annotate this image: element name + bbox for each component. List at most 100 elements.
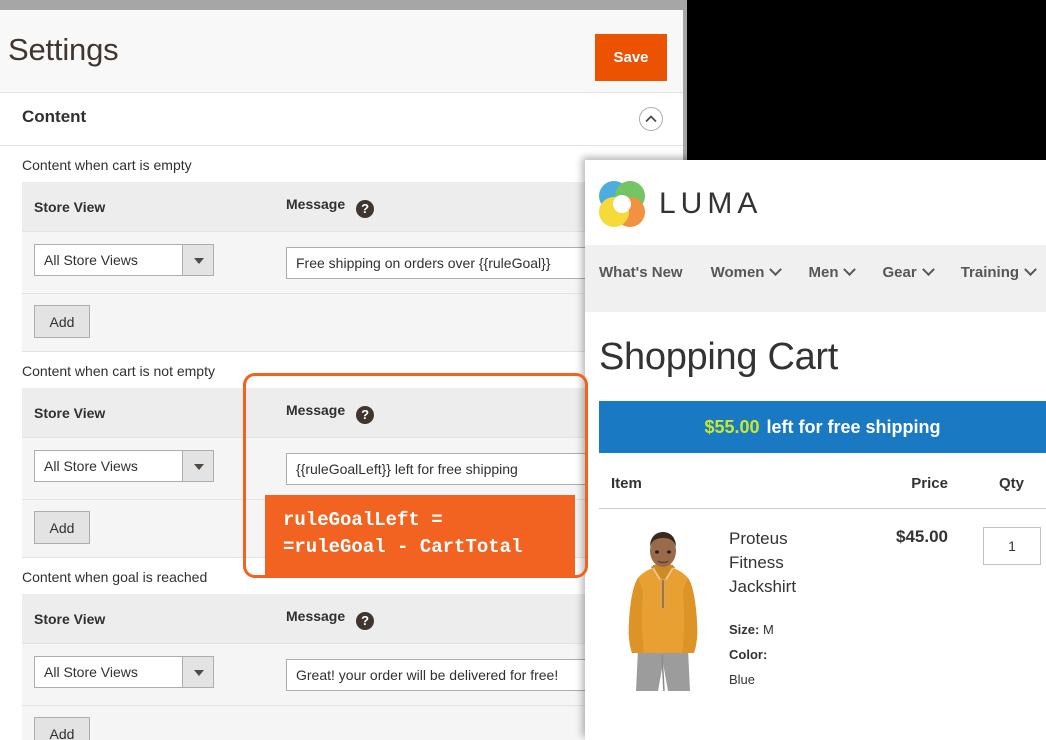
chevron-down-icon (843, 263, 857, 277)
nav-item-label: Women (710, 264, 765, 281)
column-header-message-label: Message (286, 196, 346, 212)
section-title: Content (22, 107, 87, 126)
store-view-select-value: All Store Views (44, 252, 138, 268)
column-header-message-label: Message (286, 608, 346, 624)
help-icon[interactable]: ? (356, 612, 375, 630)
admin-settings-panel: Settings Save Content Content when cart … (0, 0, 687, 740)
grid-header-row: Store View Message ? (22, 594, 682, 644)
storefront-logo-bar: LUMA (585, 160, 1046, 245)
store-view-cell: All Store Views (22, 437, 274, 500)
store-view-cell: All Store Views (22, 231, 274, 294)
store-view-select-value: All Store Views (44, 458, 138, 474)
add-cell: Add (22, 293, 274, 352)
column-header-store-view-label: Store View (34, 611, 106, 627)
help-icon[interactable]: ? (356, 200, 375, 218)
store-view-message-grid: Store View Message ? All Store Views (22, 182, 682, 352)
product-option-size: Size: M (729, 617, 821, 642)
nav-item-training[interactable]: Training (960, 263, 1037, 281)
chevron-up-circle-icon[interactable] (639, 107, 663, 131)
product-price: $45.00 (896, 527, 948, 546)
nav-item-label: Gear (882, 264, 917, 281)
chevron-down-icon (921, 263, 935, 277)
screenshot-stage: Settings Save Content Content when cart … (0, 0, 1046, 740)
option-value: M (762, 622, 774, 637)
product-info: Proteus Fitness Jackshirt Size: M Color:… (715, 527, 821, 692)
promo-text: left for free shipping (766, 416, 941, 437)
content-section-header: Content (0, 93, 683, 146)
column-header-store-view: Store View (22, 594, 274, 644)
cart-items-table: Item Price Qty Proteus Fitness Jackshirt… (599, 475, 1046, 692)
add-cell: Add (22, 499, 274, 558)
chevron-down-icon (1024, 263, 1037, 277)
nav-item-label: What's New (599, 264, 683, 281)
nav-item-label: Training (960, 264, 1020, 281)
option-value: Blue (729, 672, 756, 687)
group-label: Content when cart is empty (22, 157, 192, 173)
luma-rings-logo[interactable] (596, 178, 648, 235)
group-label: Content when cart is not empty (22, 363, 215, 379)
store-view-select[interactable]: All Store Views (34, 656, 214, 688)
store-view-select[interactable]: All Store Views (34, 244, 214, 276)
column-header-price: Price (852, 475, 952, 509)
table-row: All Store Views (22, 437, 682, 500)
formula-callout-annotation: ruleGoalLeft = =ruleGoal - CartTotal (265, 495, 575, 575)
callout-line-2: =ruleGoal - CartTotal (283, 536, 523, 558)
store-view-select-value: All Store Views (44, 664, 138, 680)
grid-header-row: Store View Message ? (22, 388, 682, 438)
store-view-cell: All Store Views (22, 643, 274, 706)
message-input[interactable] (286, 658, 588, 691)
add-button[interactable]: Add (34, 511, 90, 544)
product-photo-orange-jackshirt[interactable] (611, 527, 715, 691)
storefront-nav: What's New Women Men Gear Training (585, 245, 1046, 312)
option-label: Color: (729, 647, 768, 662)
chevron-down-icon (769, 263, 783, 277)
nav-item-men[interactable]: Men (808, 263, 857, 281)
column-header-item: Item (599, 475, 852, 509)
nav-item-women[interactable]: Women (710, 263, 783, 281)
store-view-message-grid: Store View Message ? All Store Views (22, 594, 682, 740)
column-header-store-view-label: Store View (34, 199, 106, 215)
product-name[interactable]: Proteus Fitness Jackshirt (729, 527, 821, 599)
column-header-store-view: Store View (22, 182, 274, 232)
admin-page-header: Settings Save (0, 10, 683, 93)
column-header-message-label: Message (286, 402, 346, 418)
nav-item-whats-new[interactable]: What's New (599, 264, 683, 281)
save-button[interactable]: Save (595, 34, 667, 81)
message-input[interactable] (286, 246, 588, 279)
table-row: All Store Views (22, 643, 682, 706)
add-button[interactable]: Add (34, 305, 90, 338)
message-input[interactable] (286, 452, 588, 485)
field-group-cart-empty: Content when cart is empty Store View Me… (0, 146, 683, 352)
store-view-select[interactable]: All Store Views (34, 450, 214, 482)
brand-name: LUMA (659, 187, 763, 220)
grid-header-row: Store View Message ? (22, 182, 682, 232)
column-header-qty: Qty (952, 475, 1046, 509)
add-button[interactable]: Add (34, 717, 90, 740)
storefront-preview-panel: LUMA What's New Women Men Gear Training … (585, 160, 1046, 740)
nav-item-label: Men (808, 264, 839, 281)
page-title: Settings (8, 32, 119, 67)
nav-items-list: What's New Women Men Gear Training (599, 263, 1037, 281)
callout-line-1: ruleGoalLeft = (283, 509, 443, 531)
table-row: All Store Views (22, 231, 682, 294)
add-cell: Add (22, 705, 274, 740)
cart-item-cell: Proteus Fitness Jackshirt Size: M Color:… (599, 509, 852, 693)
table-row: Proteus Fitness Jackshirt Size: M Color:… (599, 509, 1046, 693)
qty-input[interactable] (983, 527, 1041, 565)
free-shipping-promo-banner: $55.00 left for free shipping (599, 401, 1046, 453)
help-icon[interactable]: ? (356, 406, 375, 424)
grid-footer-row: Add (22, 293, 682, 352)
column-header-store-view-label: Store View (34, 405, 106, 421)
chevron-down-icon[interactable] (182, 657, 213, 687)
cart-table-header-row: Item Price Qty (599, 475, 1046, 509)
storefront-body: Shopping Cart $55.00 left for free shipp… (585, 312, 1046, 692)
chevron-down-icon[interactable] (182, 451, 213, 481)
column-header-store-view: Store View (22, 388, 274, 438)
cart-page-title: Shopping Cart (599, 336, 839, 378)
grid-footer-row: Add (22, 705, 682, 740)
field-group-goal-reached: Content when goal is reached Store View … (0, 558, 683, 740)
nav-item-gear[interactable]: Gear (882, 263, 935, 281)
product-qty-cell (952, 509, 1046, 693)
option-label: Size: (729, 622, 760, 637)
chevron-down-icon[interactable] (182, 245, 213, 275)
